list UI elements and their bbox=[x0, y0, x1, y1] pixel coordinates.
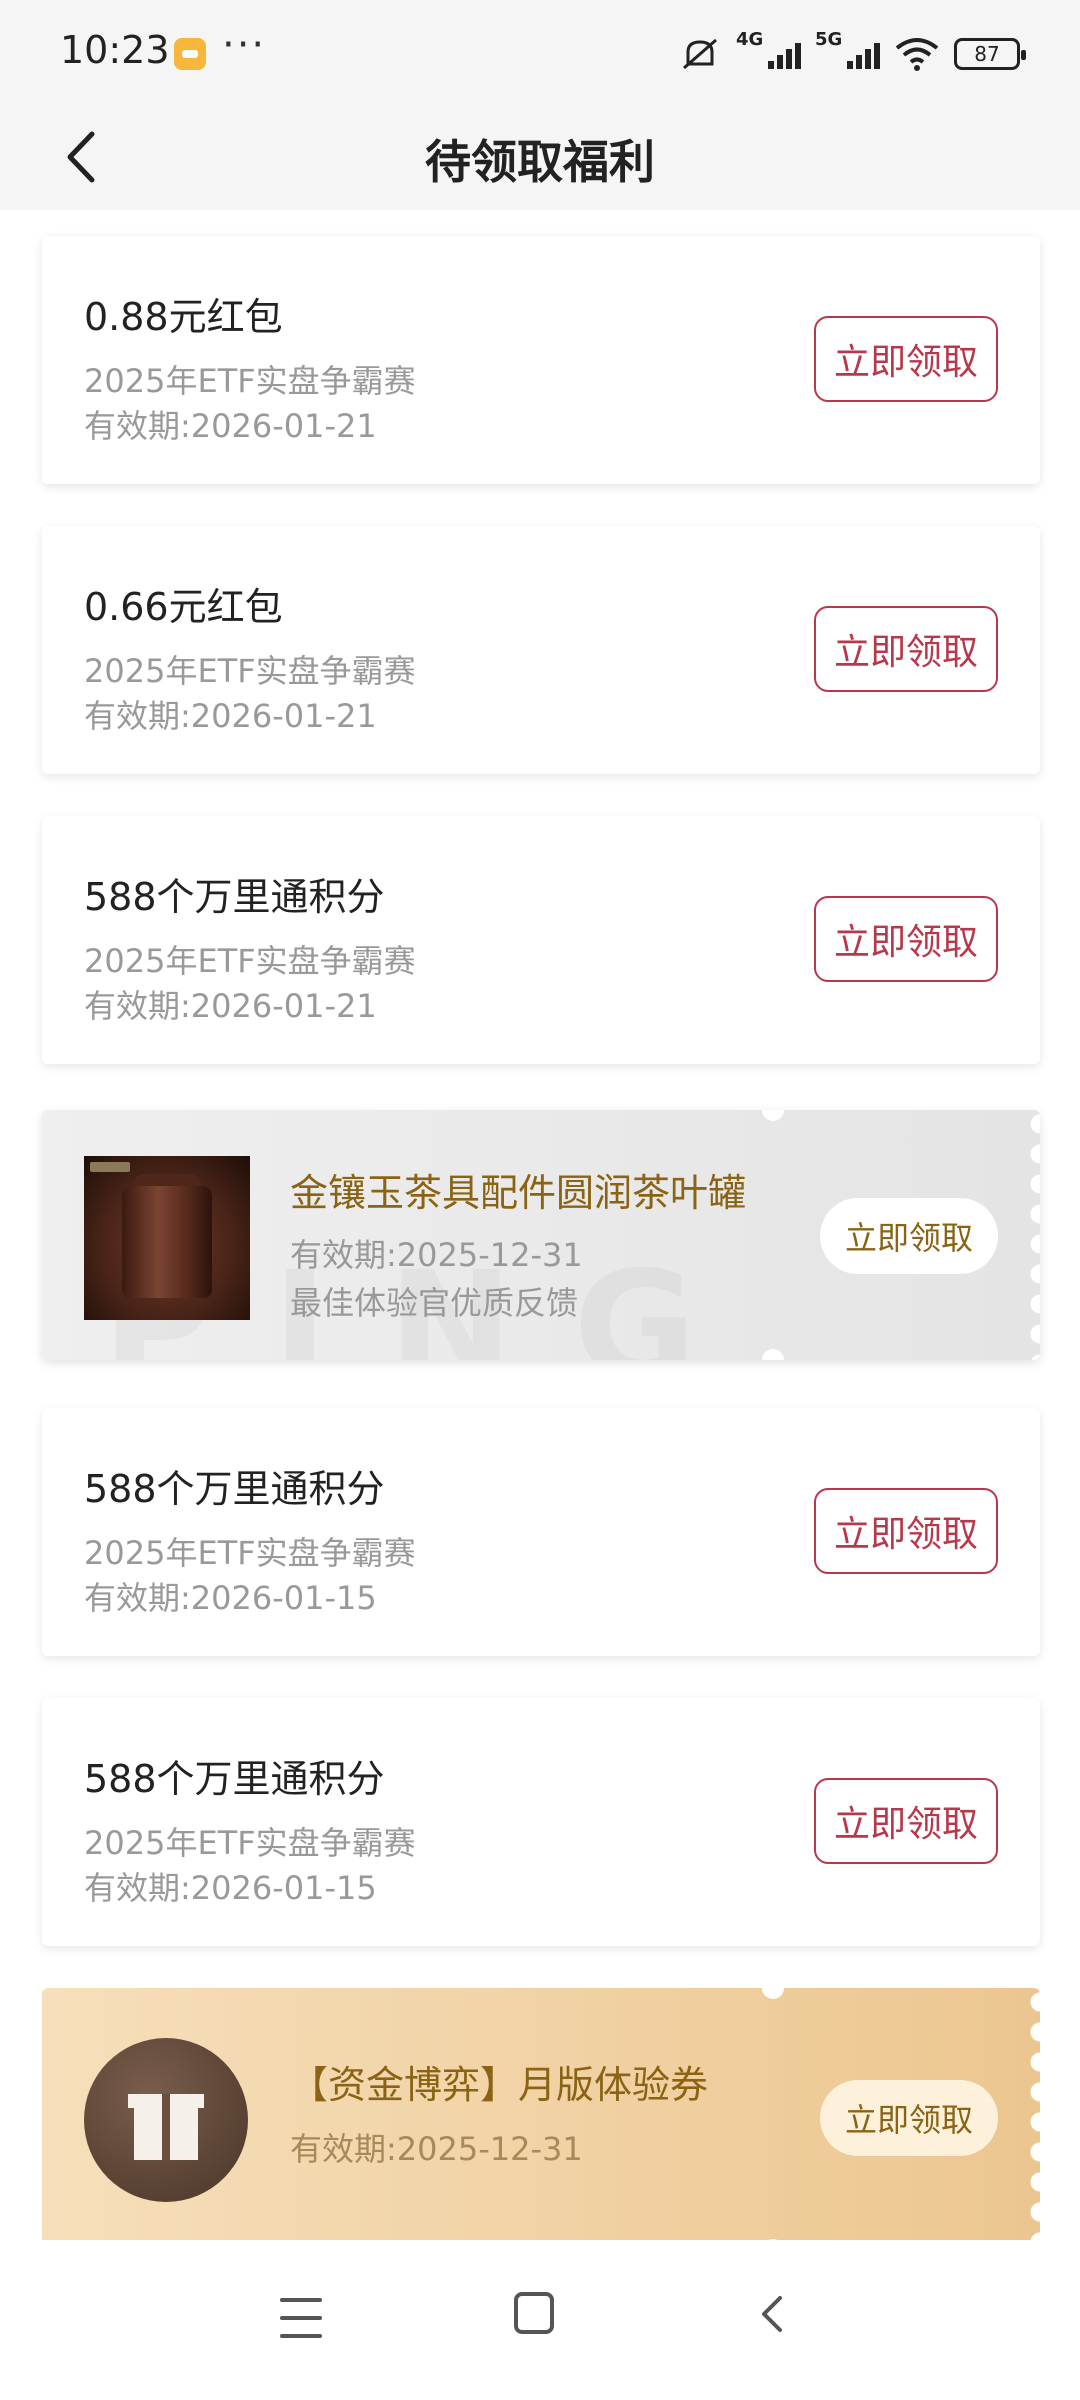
gift-icon bbox=[84, 2038, 248, 2202]
page-header: 待领取福利 bbox=[0, 108, 1080, 210]
coupon-validity: 有效期:2025-12-31 bbox=[290, 1236, 583, 1274]
coupon-note: 最佳体验官优质反馈 bbox=[290, 1284, 579, 1322]
reward-card: 588个万里通积分 2025年ETF实盘争霸赛 有效期:2026-01-15 立… bbox=[42, 1408, 1040, 1656]
coupon-title: 金镶玉茶具配件圆润茶叶罐 bbox=[290, 1171, 747, 1215]
signal-5g-icon: 5G bbox=[815, 29, 880, 69]
claim-button[interactable]: 立即领取 bbox=[814, 316, 998, 402]
reward-validity: 有效期:2026-01-21 bbox=[84, 697, 377, 735]
recent-apps-icon[interactable] bbox=[280, 2298, 322, 2338]
coupon-title: 【资金博弈】月版体验券 bbox=[290, 2063, 709, 2107]
claim-button[interactable]: 立即领取 bbox=[820, 1198, 998, 1274]
reward-card: 0.88元红包 2025年ETF实盘争霸赛 有效期:2026-01-21 立即领… bbox=[42, 236, 1040, 484]
reward-card: 588个万里通积分 2025年ETF实盘争霸赛 有效期:2026-01-21 立… bbox=[42, 816, 1040, 1064]
home-icon[interactable] bbox=[514, 2292, 554, 2334]
reward-source: 2025年ETF实盘争霸赛 bbox=[84, 652, 416, 690]
status-icons: 4G 5G 87 bbox=[678, 29, 1026, 78]
network-4g-label: 4G bbox=[736, 29, 764, 50]
nav-back-icon[interactable] bbox=[752, 2292, 792, 2336]
reward-title: 0.66元红包 bbox=[84, 585, 283, 629]
battery-icon: 87 bbox=[954, 38, 1026, 70]
wifi-icon bbox=[895, 38, 939, 71]
network-5g-label: 5G bbox=[815, 29, 843, 50]
perforated-edge bbox=[1026, 1988, 1040, 2250]
reward-validity: 有效期:2026-01-15 bbox=[84, 1579, 377, 1617]
claim-button[interactable]: 立即领取 bbox=[814, 1488, 998, 1574]
reward-card: 0.66元红包 2025年ETF实盘争霸赛 有效期:2026-01-21 立即领… bbox=[42, 526, 1040, 774]
reward-title: 588个万里通积分 bbox=[84, 875, 385, 919]
more-notifications-icon: ··· bbox=[222, 22, 267, 68]
reward-source: 2025年ETF实盘争霸赛 bbox=[84, 1824, 416, 1862]
claim-button[interactable]: 立即领取 bbox=[820, 2080, 998, 2156]
status-bar: 10:23 ··· 4G 5G 87 bbox=[0, 0, 1080, 108]
reward-validity: 有效期:2026-01-21 bbox=[84, 407, 377, 445]
tea-jar-image bbox=[84, 1156, 250, 1320]
signal-4g-icon: 4G bbox=[736, 29, 801, 69]
claim-button[interactable]: 立即领取 bbox=[814, 1778, 998, 1864]
claim-button[interactable]: 立即领取 bbox=[814, 606, 998, 692]
reward-source: 2025年ETF实盘争霸赛 bbox=[84, 942, 416, 980]
reward-title: 588个万里通积分 bbox=[84, 1467, 385, 1511]
message-app-icon bbox=[174, 38, 206, 70]
coupon-validity: 有效期:2025-12-31 bbox=[290, 2130, 583, 2168]
reward-validity: 有效期:2026-01-15 bbox=[84, 1869, 377, 1907]
tea-jar-coupon: PING AN 金镶玉茶具配件圆润茶叶罐 有效期:2025-12-31 最佳体验… bbox=[42, 1110, 1040, 1360]
reward-title: 588个万里通积分 bbox=[84, 1757, 385, 1801]
strategy-trial-coupon: 【资金博弈】月版体验券 有效期:2025-12-31 立即领取 bbox=[42, 1988, 1040, 2250]
system-nav-bar bbox=[0, 2240, 1080, 2400]
reward-validity: 有效期:2026-01-21 bbox=[84, 987, 377, 1025]
perforated-edge bbox=[1026, 1110, 1040, 1360]
reward-title: 0.88元红包 bbox=[84, 295, 283, 339]
reward-source: 2025年ETF实盘争霸赛 bbox=[84, 1534, 416, 1572]
ticket-notch bbox=[762, 1988, 784, 1999]
mute-icon bbox=[683, 38, 717, 70]
reward-card: 588个万里通积分 2025年ETF实盘争霸赛 有效期:2026-01-15 立… bbox=[42, 1698, 1040, 1946]
ticket-notch bbox=[762, 1110, 784, 1121]
page-title: 待领取福利 bbox=[425, 135, 655, 189]
reward-source: 2025年ETF实盘争霸赛 bbox=[84, 362, 416, 400]
claim-button[interactable]: 立即领取 bbox=[814, 896, 998, 982]
status-time: 10:23 bbox=[60, 28, 170, 72]
